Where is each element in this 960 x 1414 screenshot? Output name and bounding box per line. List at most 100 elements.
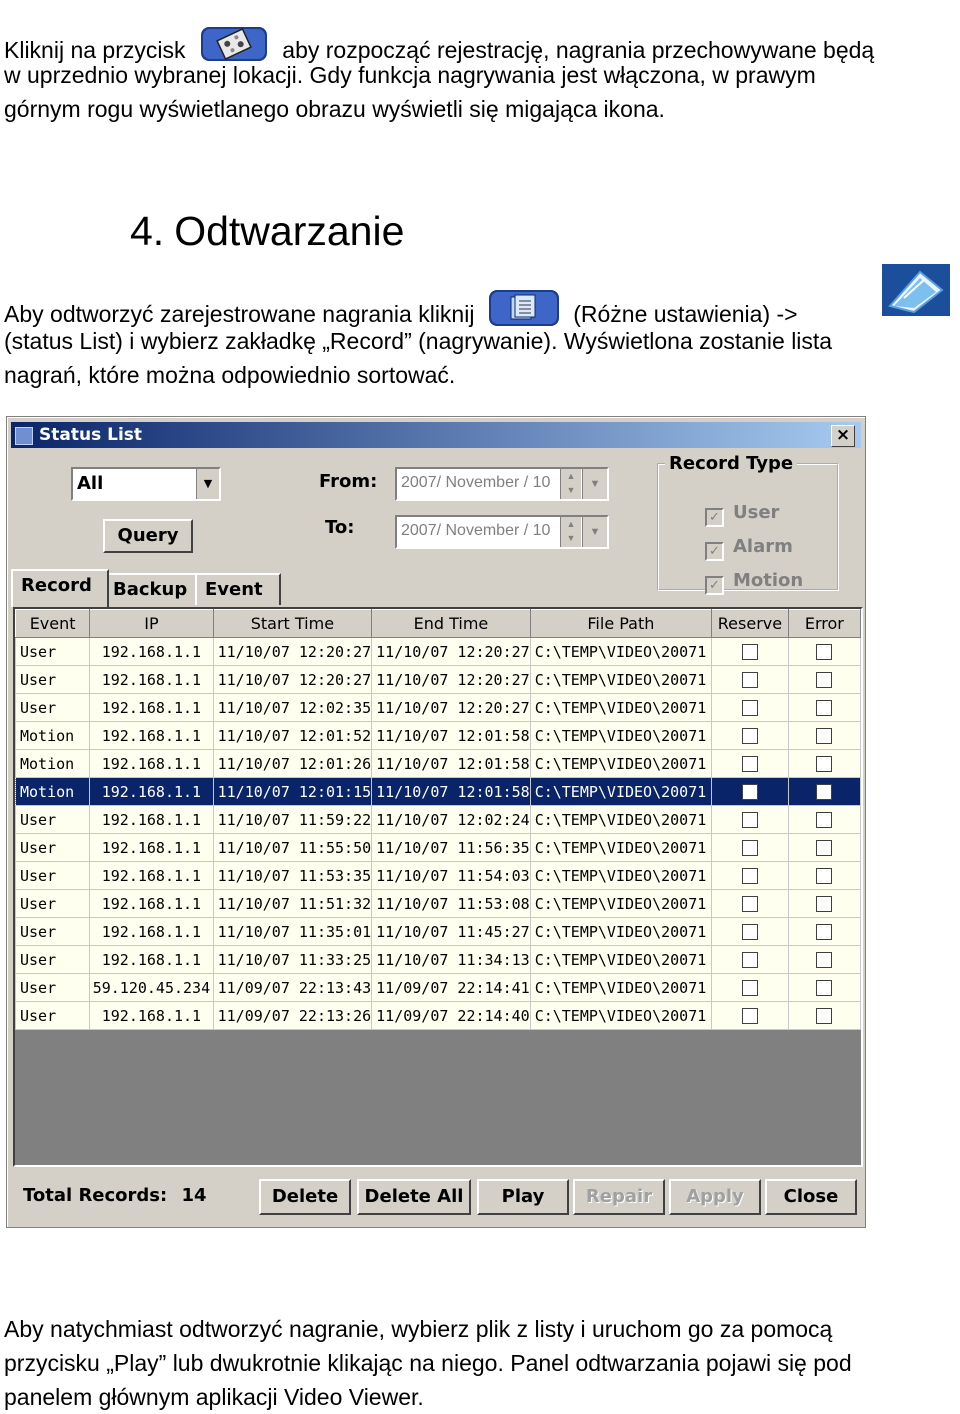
table-row[interactable]: Motion 192.168.1.1 11/10/07 12:01:52 11/10/…: [14, 721, 862, 750]
table-row[interactable]: User 192.168.1.1 11/10/07 12:02:35 11/10/07…: [14, 693, 862, 722]
reserve-checkbox[interactable]: [741, 756, 758, 772]
spin-icon[interactable]: ▲ ▼: [560, 469, 581, 499]
to-date-field[interactable]: 2007/ November / 10 ▲ ▼ ▼: [395, 515, 609, 549]
cell-path: C:\TEMP\VIDEO\20071: [529, 637, 713, 666]
user-checkbox[interactable]: ✓: [705, 508, 724, 527]
spin-icon[interactable]: ▲ ▼: [560, 517, 581, 547]
cell-error: [787, 805, 862, 834]
table-row[interactable]: User 192.168.1.1 11/10/07 11:51:32 11/10/07…: [14, 889, 862, 918]
reserve-checkbox[interactable]: [741, 952, 758, 968]
error-checkbox[interactable]: [816, 728, 833, 744]
table-row[interactable]: User 192.168.1.1 11/09/07 22:13:26 11/09/07…: [14, 1001, 862, 1030]
reserve-checkbox[interactable]: [741, 980, 758, 996]
cell-end: 11/10/07 11:34:13: [371, 945, 531, 974]
reserve-checkbox[interactable]: [741, 672, 758, 688]
reserve-checkbox[interactable]: [741, 644, 758, 660]
reserve-checkbox[interactable]: [741, 784, 758, 800]
table-row[interactable]: Motion 192.168.1.1 11/10/07 12:01:26 11/10/…: [14, 749, 862, 778]
dialog-titlebar[interactable]: Status List ×: [11, 422, 861, 448]
error-checkbox[interactable]: [816, 1008, 833, 1024]
event-filter-value: All: [77, 473, 104, 494]
cell-error: [787, 637, 862, 666]
cell-start: 11/10/07 11:35:01: [212, 917, 373, 946]
column-header-reserve[interactable]: Reserve: [711, 609, 789, 638]
table-row[interactable]: User 192.168.1.1 11/10/07 12:20:27 11/10/07…: [14, 665, 862, 694]
chevron-down-icon[interactable]: ▼: [196, 469, 219, 499]
column-header-end-time[interactable]: End Time: [371, 609, 531, 638]
table-row[interactable]: User 192.168.1.1 11/10/07 11:59:22 11/10/07…: [14, 805, 862, 834]
error-checkbox[interactable]: [816, 924, 833, 940]
event-filter-select[interactable]: All ▼: [71, 467, 221, 501]
from-date-field[interactable]: 2007/ November / 10 ▲ ▼ ▼: [395, 467, 609, 501]
total-records-label: Total Records:: [23, 1185, 168, 1206]
alarm-checkbox[interactable]: ✓: [705, 542, 724, 561]
table-row[interactable]: User 192.168.1.1 11/10/07 11:55:50 11/10/07…: [14, 833, 862, 862]
cell-event: User: [14, 693, 91, 722]
repair-button[interactable]: Repair: [573, 1179, 665, 1215]
error-checkbox[interactable]: [816, 840, 833, 856]
column-header-start-time[interactable]: Start Time: [212, 609, 373, 638]
cell-error: [787, 693, 862, 722]
error-checkbox[interactable]: [816, 700, 833, 716]
play-button[interactable]: Play: [477, 1179, 569, 1215]
cell-ip: 59.120.45.234: [89, 973, 214, 1002]
cell-error: [787, 945, 862, 974]
chevron-down-icon[interactable]: ▼: [582, 469, 607, 499]
cell-reserve: [711, 833, 789, 862]
table-row[interactable]: User 192.168.1.1 11/10/07 11:53:35 11/10/07…: [14, 861, 862, 890]
total-records-value: 14: [181, 1185, 207, 1206]
cell-end: 11/10/07 12:20:27: [371, 637, 531, 666]
delete-button[interactable]: Delete: [259, 1179, 351, 1215]
cell-event: User: [14, 861, 91, 890]
motion-checkbox-label: Motion: [733, 570, 804, 591]
motion-checkbox[interactable]: ✓: [705, 576, 724, 595]
status-list-icon: [880, 262, 952, 318]
cell-reserve: [711, 1001, 789, 1030]
close-icon[interactable]: ×: [831, 425, 855, 447]
table-row[interactable]: Motion 192.168.1.1 11/10/07 12:01:15 11/10/…: [14, 777, 862, 806]
cell-start: 11/10/07 12:01:15: [212, 777, 373, 806]
table-row[interactable]: User 192.168.1.1 11/10/07 12:20:27 11/10/07…: [14, 637, 862, 666]
reserve-checkbox[interactable]: [741, 896, 758, 912]
table-row[interactable]: User 192.168.1.1 11/10/07 11:33:25 11/10/07…: [14, 945, 862, 974]
error-checkbox[interactable]: [816, 896, 833, 912]
cell-ip: 192.168.1.1: [89, 861, 214, 890]
error-checkbox[interactable]: [816, 812, 833, 828]
query-button[interactable]: Query: [103, 519, 193, 553]
tab-backup[interactable]: Backup: [103, 573, 199, 605]
column-header-file-path[interactable]: File Path: [529, 609, 713, 638]
intro-line-2: w uprzednio wybranej lokacji. Gdy funkcj…: [4, 62, 816, 88]
reserve-checkbox[interactable]: [741, 840, 758, 856]
table-row[interactable]: User 59.120.45.234 11/09/07 22:13:43 11/09/…: [14, 973, 862, 1002]
table-row[interactable]: User 192.168.1.1 11/10/07 11:35:01 11/10/07…: [14, 917, 862, 946]
column-header-error[interactable]: Error: [787, 609, 862, 638]
close-button[interactable]: Close: [765, 1179, 857, 1215]
reserve-checkbox[interactable]: [741, 728, 758, 744]
cell-error: [787, 973, 862, 1002]
column-header-event[interactable]: Event: [14, 609, 91, 638]
tab-record[interactable]: Record: [11, 569, 109, 607]
apply-button[interactable]: Apply: [669, 1179, 761, 1215]
cell-end: 11/10/07 12:02:24: [371, 805, 531, 834]
column-header-ip[interactable]: IP: [89, 609, 214, 638]
reserve-checkbox[interactable]: [741, 812, 758, 828]
chevron-down-icon[interactable]: ▼: [582, 517, 607, 547]
delete-all-button[interactable]: Delete All: [357, 1179, 471, 1215]
error-checkbox[interactable]: [816, 980, 833, 996]
section-title: Odtwarzanie: [174, 208, 405, 254]
reserve-checkbox[interactable]: [741, 924, 758, 940]
reserve-checkbox[interactable]: [741, 868, 758, 884]
record-list[interactable]: Event IP Start Time End Time File Path R…: [13, 607, 863, 1167]
error-checkbox[interactable]: [816, 672, 833, 688]
cell-ip: 192.168.1.1: [89, 945, 214, 974]
cell-ip: 192.168.1.1: [89, 749, 214, 778]
reserve-checkbox[interactable]: [741, 700, 758, 716]
error-checkbox[interactable]: [816, 868, 833, 884]
error-checkbox[interactable]: [816, 756, 833, 772]
error-checkbox[interactable]: [816, 644, 833, 660]
playback-line-2: (status List) i wybierz zakładkę „Record…: [4, 328, 833, 354]
error-checkbox[interactable]: [816, 784, 833, 800]
tab-event[interactable]: Event: [195, 573, 281, 605]
reserve-checkbox[interactable]: [741, 1008, 758, 1024]
error-checkbox[interactable]: [816, 952, 833, 968]
